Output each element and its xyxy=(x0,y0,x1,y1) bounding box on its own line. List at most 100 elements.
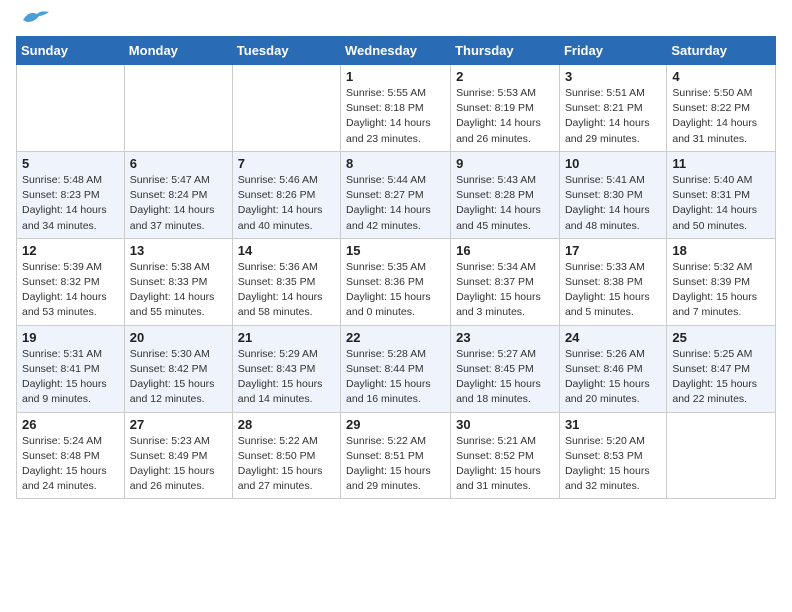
calendar-cell: 12 Sunrise: 5:39 AMSunset: 8:32 PMDayligh… xyxy=(17,238,125,325)
day-info: Sunrise: 5:30 AMSunset: 8:42 PMDaylight:… xyxy=(130,347,227,408)
calendar-cell: 27 Sunrise: 5:23 AMSunset: 8:49 PMDayligh… xyxy=(124,412,232,499)
calendar-cell: 18 Sunrise: 5:32 AMSunset: 8:39 PMDayligh… xyxy=(667,238,776,325)
calendar-cell: 1 Sunrise: 5:55 AMSunset: 8:18 PMDaylight… xyxy=(341,65,451,152)
calendar-cell: 15 Sunrise: 5:35 AMSunset: 8:36 PMDayligh… xyxy=(341,238,451,325)
calendar-cell: 22 Sunrise: 5:28 AMSunset: 8:44 PMDayligh… xyxy=(341,325,451,412)
logo xyxy=(16,16,51,28)
day-number: 23 xyxy=(456,330,554,345)
calendar-cell xyxy=(667,412,776,499)
day-info: Sunrise: 5:24 AMSunset: 8:48 PMDaylight:… xyxy=(22,434,119,495)
calendar-week-row: 12 Sunrise: 5:39 AMSunset: 8:32 PMDayligh… xyxy=(17,238,776,325)
day-number: 31 xyxy=(565,417,661,432)
calendar-cell: 20 Sunrise: 5:30 AMSunset: 8:42 PMDayligh… xyxy=(124,325,232,412)
day-info: Sunrise: 5:47 AMSunset: 8:24 PMDaylight:… xyxy=(130,173,227,234)
day-number: 3 xyxy=(565,69,661,84)
calendar-cell: 16 Sunrise: 5:34 AMSunset: 8:37 PMDayligh… xyxy=(451,238,560,325)
day-number: 26 xyxy=(22,417,119,432)
day-info: Sunrise: 5:22 AMSunset: 8:50 PMDaylight:… xyxy=(238,434,335,495)
calendar-header-row: SundayMondayTuesdayWednesdayThursdayFrid… xyxy=(17,37,776,65)
calendar-cell: 3Sunrise: 5:51 AMSunset: 8:21 PMDaylight… xyxy=(559,65,666,152)
day-number: 20 xyxy=(130,330,227,345)
calendar-cell: 23 Sunrise: 5:27 AMSunset: 8:45 PMDayligh… xyxy=(451,325,560,412)
day-header-monday: Monday xyxy=(124,37,232,65)
day-info: Sunrise: 5:38 AMSunset: 8:33 PMDaylight:… xyxy=(130,260,227,321)
day-header-thursday: Thursday xyxy=(451,37,560,65)
calendar-cell: 7 Sunrise: 5:46 AMSunset: 8:26 PMDaylight… xyxy=(232,151,340,238)
calendar-cell: 19 Sunrise: 5:31 AMSunset: 8:41 PMDayligh… xyxy=(17,325,125,412)
day-info: Sunrise: 5:44 AMSunset: 8:27 PMDaylight:… xyxy=(346,173,445,234)
calendar-cell xyxy=(124,65,232,152)
calendar-cell: 13Sunrise: 5:38 AMSunset: 8:33 PMDayligh… xyxy=(124,238,232,325)
day-number: 24 xyxy=(565,330,661,345)
calendar-cell: 6 Sunrise: 5:47 AMSunset: 8:24 PMDaylight… xyxy=(124,151,232,238)
calendar-cell xyxy=(232,65,340,152)
calendar-cell: 25 Sunrise: 5:25 AMSunset: 8:47 PMDayligh… xyxy=(667,325,776,412)
calendar-cell: 29 Sunrise: 5:22 AMSunset: 8:51 PMDayligh… xyxy=(341,412,451,499)
day-info: Sunrise: 5:20 AMSunset: 8:53 PMDaylight:… xyxy=(565,434,661,495)
day-number: 12 xyxy=(22,243,119,258)
day-number: 14 xyxy=(238,243,335,258)
day-info: Sunrise: 5:55 AMSunset: 8:18 PMDaylight:… xyxy=(346,86,445,147)
calendar-cell xyxy=(17,65,125,152)
calendar-week-row: 19 Sunrise: 5:31 AMSunset: 8:41 PMDayligh… xyxy=(17,325,776,412)
day-number: 5 xyxy=(22,156,119,171)
day-info: Sunrise: 5:33 AMSunset: 8:38 PMDaylight:… xyxy=(565,260,661,321)
day-info: Sunrise: 5:23 AMSunset: 8:49 PMDaylight:… xyxy=(130,434,227,495)
calendar-cell: 26 Sunrise: 5:24 AMSunset: 8:48 PMDayligh… xyxy=(17,412,125,499)
day-number: 6 xyxy=(130,156,227,171)
day-info: Sunrise: 5:31 AMSunset: 8:41 PMDaylight:… xyxy=(22,347,119,408)
logo-bird-icon xyxy=(21,8,51,28)
calendar-week-row: 5 Sunrise: 5:48 AMSunset: 8:23 PMDaylight… xyxy=(17,151,776,238)
day-number: 27 xyxy=(130,417,227,432)
day-info: Sunrise: 5:34 AMSunset: 8:37 PMDaylight:… xyxy=(456,260,554,321)
day-info: Sunrise: 5:32 AMSunset: 8:39 PMDaylight:… xyxy=(672,260,770,321)
day-info: Sunrise: 5:46 AMSunset: 8:26 PMDaylight:… xyxy=(238,173,335,234)
day-header-wednesday: Wednesday xyxy=(341,37,451,65)
day-info: Sunrise: 5:53 AMSunset: 8:19 PMDaylight:… xyxy=(456,86,554,147)
day-number: 1 xyxy=(346,69,445,84)
calendar-cell: 21 Sunrise: 5:29 AMSunset: 8:43 PMDayligh… xyxy=(232,325,340,412)
day-number: 9 xyxy=(456,156,554,171)
day-info: Sunrise: 5:28 AMSunset: 8:44 PMDaylight:… xyxy=(346,347,445,408)
day-number: 15 xyxy=(346,243,445,258)
day-info: Sunrise: 5:50 AMSunset: 8:22 PMDaylight:… xyxy=(672,86,770,147)
day-number: 8 xyxy=(346,156,445,171)
day-info: Sunrise: 5:25 AMSunset: 8:47 PMDaylight:… xyxy=(672,347,770,408)
calendar-table: SundayMondayTuesdayWednesdayThursdayFrid… xyxy=(16,36,776,499)
calendar-cell: 17Sunrise: 5:33 AMSunset: 8:38 PMDayligh… xyxy=(559,238,666,325)
calendar-cell: 10 Sunrise: 5:41 AMSunset: 8:30 PMDayligh… xyxy=(559,151,666,238)
day-info: Sunrise: 5:41 AMSunset: 8:30 PMDaylight:… xyxy=(565,173,661,234)
day-info: Sunrise: 5:43 AMSunset: 8:28 PMDaylight:… xyxy=(456,173,554,234)
day-info: Sunrise: 5:27 AMSunset: 8:45 PMDaylight:… xyxy=(456,347,554,408)
day-number: 2 xyxy=(456,69,554,84)
day-info: Sunrise: 5:29 AMSunset: 8:43 PMDaylight:… xyxy=(238,347,335,408)
day-number: 11 xyxy=(672,156,770,171)
day-info: Sunrise: 5:40 AMSunset: 8:31 PMDaylight:… xyxy=(672,173,770,234)
header xyxy=(16,16,776,28)
day-number: 25 xyxy=(672,330,770,345)
day-number: 21 xyxy=(238,330,335,345)
day-number: 29 xyxy=(346,417,445,432)
calendar-cell: 28Sunrise: 5:22 AMSunset: 8:50 PMDayligh… xyxy=(232,412,340,499)
calendar-cell: 24 Sunrise: 5:26 AMSunset: 8:46 PMDayligh… xyxy=(559,325,666,412)
day-info: Sunrise: 5:35 AMSunset: 8:36 PMDaylight:… xyxy=(346,260,445,321)
day-info: Sunrise: 5:21 AMSunset: 8:52 PMDaylight:… xyxy=(456,434,554,495)
day-number: 10 xyxy=(565,156,661,171)
calendar-cell: 2 Sunrise: 5:53 AMSunset: 8:19 PMDaylight… xyxy=(451,65,560,152)
day-info: Sunrise: 5:22 AMSunset: 8:51 PMDaylight:… xyxy=(346,434,445,495)
day-number: 16 xyxy=(456,243,554,258)
day-number: 19 xyxy=(22,330,119,345)
calendar-cell: 8 Sunrise: 5:44 AMSunset: 8:27 PMDaylight… xyxy=(341,151,451,238)
day-number: 4 xyxy=(672,69,770,84)
calendar-cell: 31 Sunrise: 5:20 AMSunset: 8:53 PMDayligh… xyxy=(559,412,666,499)
day-header-friday: Friday xyxy=(559,37,666,65)
day-info: Sunrise: 5:48 AMSunset: 8:23 PMDaylight:… xyxy=(22,173,119,234)
calendar-cell: 30 Sunrise: 5:21 AMSunset: 8:52 PMDayligh… xyxy=(451,412,560,499)
day-number: 22 xyxy=(346,330,445,345)
calendar-cell: 14Sunrise: 5:36 AMSunset: 8:35 PMDayligh… xyxy=(232,238,340,325)
day-number: 30 xyxy=(456,417,554,432)
day-info: Sunrise: 5:26 AMSunset: 8:46 PMDaylight:… xyxy=(565,347,661,408)
day-number: 7 xyxy=(238,156,335,171)
day-number: 18 xyxy=(672,243,770,258)
day-info: Sunrise: 5:39 AMSunset: 8:32 PMDaylight:… xyxy=(22,260,119,321)
